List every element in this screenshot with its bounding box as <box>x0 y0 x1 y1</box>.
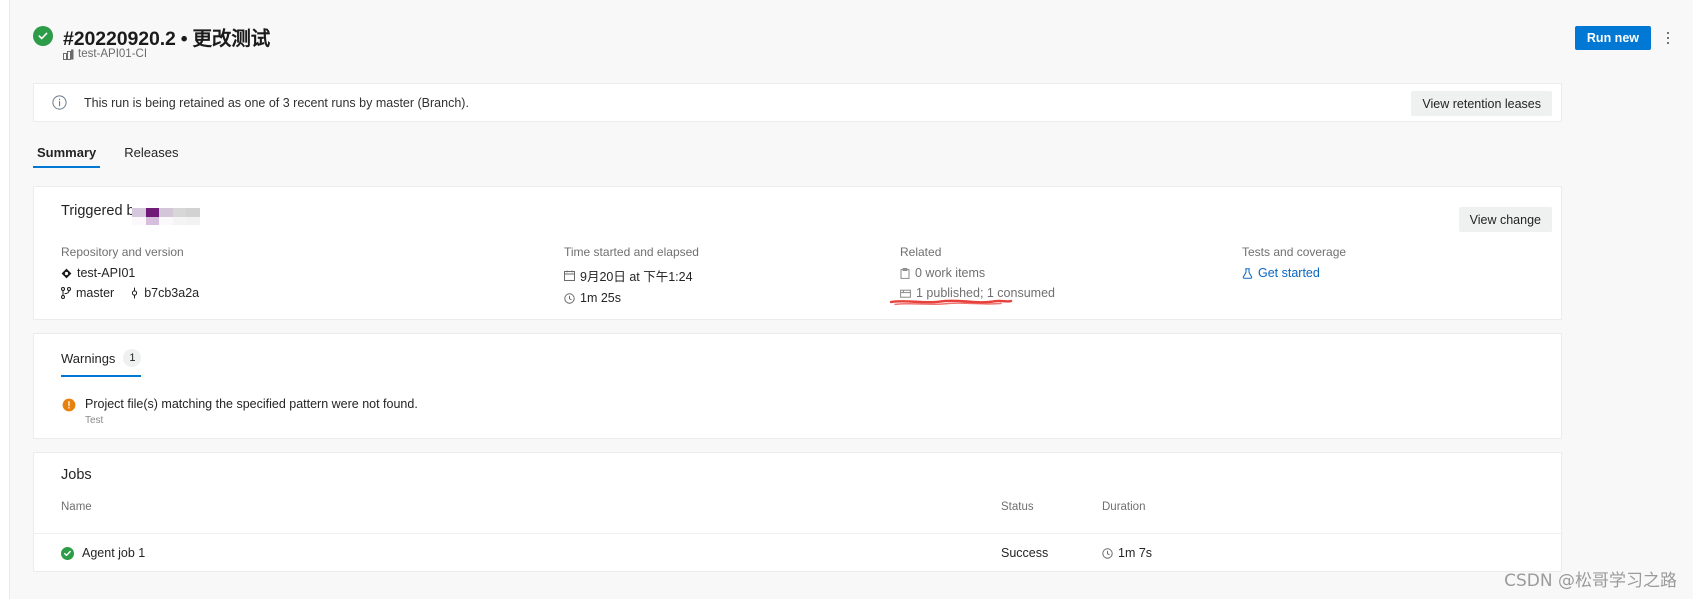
job-name-cell[interactable]: Agent job 1 <box>61 546 145 560</box>
left-rail <box>0 0 10 599</box>
branch-icon <box>61 287 71 299</box>
summary-column-related: Related 0 work items 1 published; 1 cons… <box>900 245 1055 306</box>
summary-card: Triggered b View change Repository and v… <box>33 186 1562 320</box>
start-time-line: 9月20日 at 下午1:24 <box>564 266 699 285</box>
commit-line[interactable]: b7cb3a2a <box>130 286 199 300</box>
title-separator: • <box>180 28 188 50</box>
repository-icon <box>61 268 72 279</box>
tab-releases-label: Releases <box>124 145 179 160</box>
elapsed-time-line: 1m 25s <box>564 291 699 305</box>
jobs-card: Jobs Name Status Duration Agent job 1 Su… <box>33 452 1562 572</box>
summary-column-tests: Tests and coverage Get started <box>1242 245 1346 286</box>
job-duration: 1m 7s <box>1118 546 1153 560</box>
triggered-by: Triggered b <box>61 203 135 219</box>
kebab-dot <box>1666 41 1670 45</box>
view-retention-leases-label: View retention leases <box>1422 96 1541 111</box>
tests-get-started-label: Get started <box>1258 266 1320 280</box>
run-name: 更改测试 <box>192 28 271 50</box>
jobs-title: Jobs <box>61 467 92 483</box>
artifacts-line[interactable]: 1 published; 1 consumed <box>900 286 1055 300</box>
info-icon <box>52 95 67 110</box>
branch-line[interactable]: master <box>61 286 114 300</box>
elapsed-time: 1m 25s <box>580 291 621 305</box>
pipeline-link[interactable]: test-API01-CI <box>63 48 147 60</box>
view-retention-leases-button[interactable]: View retention leases <box>1411 91 1552 116</box>
work-item-icon <box>900 267 910 279</box>
job-name: Agent job 1 <box>82 546 146 560</box>
app-root: #20220920.2 • 更改测试 test-API01-CI Run new <box>0 0 1693 599</box>
warning-message: Project file(s) matching the specified p… <box>85 397 418 411</box>
summary-column-repository-heading: Repository and version <box>61 245 184 259</box>
tests-icon <box>1242 267 1253 279</box>
warning-text-block: Project file(s) matching the specified p… <box>85 397 418 426</box>
tab-summary-label: Summary <box>37 145 97 160</box>
work-items-count: 0 work items <box>915 266 986 280</box>
clock-icon <box>1102 547 1113 559</box>
summary-column-time: Time started and elapsed 9月20日 at 下午1:24 <box>564 245 699 311</box>
branch-and-commit: master b7cb3a2a <box>61 286 215 300</box>
warnings-tab[interactable]: Warnings 1 <box>61 349 142 377</box>
warning-source: Test <box>85 415 104 426</box>
table-row[interactable]: Agent job 1 Success 1m 7s <box>34 533 1561 569</box>
pipeline-name: test-API01-CI <box>78 48 148 60</box>
run-new-button[interactable]: Run new <box>1574 26 1651 50</box>
watermark: CSDN @松哥学习之路 <box>1504 571 1677 591</box>
tab-bar: Summary Releases <box>33 145 202 174</box>
jobs-column-duration: Duration <box>1102 501 1146 513</box>
view-change-label: View change <box>1469 212 1541 227</box>
run-new-label: Run new <box>1586 31 1639 45</box>
tab-releases[interactable]: Releases <box>120 145 182 168</box>
jobs-column-status: Status <box>1001 501 1034 513</box>
run-header: #20220920.2 • 更改测试 test-API01-CI Run new <box>11 0 1693 78</box>
view-change-button[interactable]: View change <box>1458 207 1552 232</box>
kebab-dot <box>1666 36 1670 40</box>
artifacts-summary: 1 published; 1 consumed <box>916 286 1055 300</box>
jobs-table-header: Name Status Duration <box>34 501 1561 527</box>
retention-banner: This run is being retained as one of 3 r… <box>33 83 1562 122</box>
job-duration-cell: 1m 7s <box>1102 546 1152 560</box>
warnings-card: Warnings 1 Project file(s) matching the … <box>33 333 1562 439</box>
success-check-icon <box>61 546 74 560</box>
tests-get-started-link[interactable]: Get started <box>1242 266 1346 280</box>
job-status-cell: Success <box>1001 546 1049 560</box>
pipeline-icon <box>63 49 74 60</box>
retention-banner-message: This run is being retained as one of 3 r… <box>84 95 469 110</box>
page-title: #20220920.2 • 更改测试 <box>63 22 270 51</box>
success-check-icon <box>33 26 53 46</box>
commit-icon <box>130 287 139 299</box>
summary-column-repository: Repository and version test-API01 master… <box>61 245 215 300</box>
summary-column-time-heading: Time started and elapsed <box>564 245 699 259</box>
triggered-by-label: Triggered b <box>61 203 135 219</box>
branch-name: master <box>76 286 115 300</box>
summary-column-tests-heading: Tests and coverage <box>1242 245 1347 259</box>
artifact-icon <box>900 288 911 299</box>
repository-line[interactable]: test-API01 <box>61 266 215 280</box>
clock-icon <box>564 292 575 304</box>
warning-item: Project file(s) matching the specified p… <box>62 397 418 426</box>
warning-icon <box>62 398 76 412</box>
triggered-by-redaction <box>132 200 200 225</box>
summary-columns: Repository and version test-API01 master… <box>61 245 1541 305</box>
kebab-menu-icon[interactable] <box>1657 26 1679 50</box>
page-container: #20220920.2 • 更改测试 test-API01-CI Run new <box>11 0 1693 599</box>
warnings-tab-label: Warnings <box>61 350 116 366</box>
jobs-column-name: Name <box>61 501 92 513</box>
summary-column-related-heading: Related <box>900 245 942 259</box>
start-time: 9月20日 at 下午1:24 <box>580 270 693 284</box>
repository-name: test-API01 <box>77 266 136 280</box>
work-items-line[interactable]: 0 work items <box>900 266 1055 280</box>
kebab-dot <box>1666 31 1670 35</box>
warnings-count-badge: 1 <box>123 349 142 367</box>
commit-hash: b7cb3a2a <box>144 286 200 300</box>
tab-summary[interactable]: Summary <box>33 145 101 168</box>
calendar-icon <box>564 270 575 281</box>
